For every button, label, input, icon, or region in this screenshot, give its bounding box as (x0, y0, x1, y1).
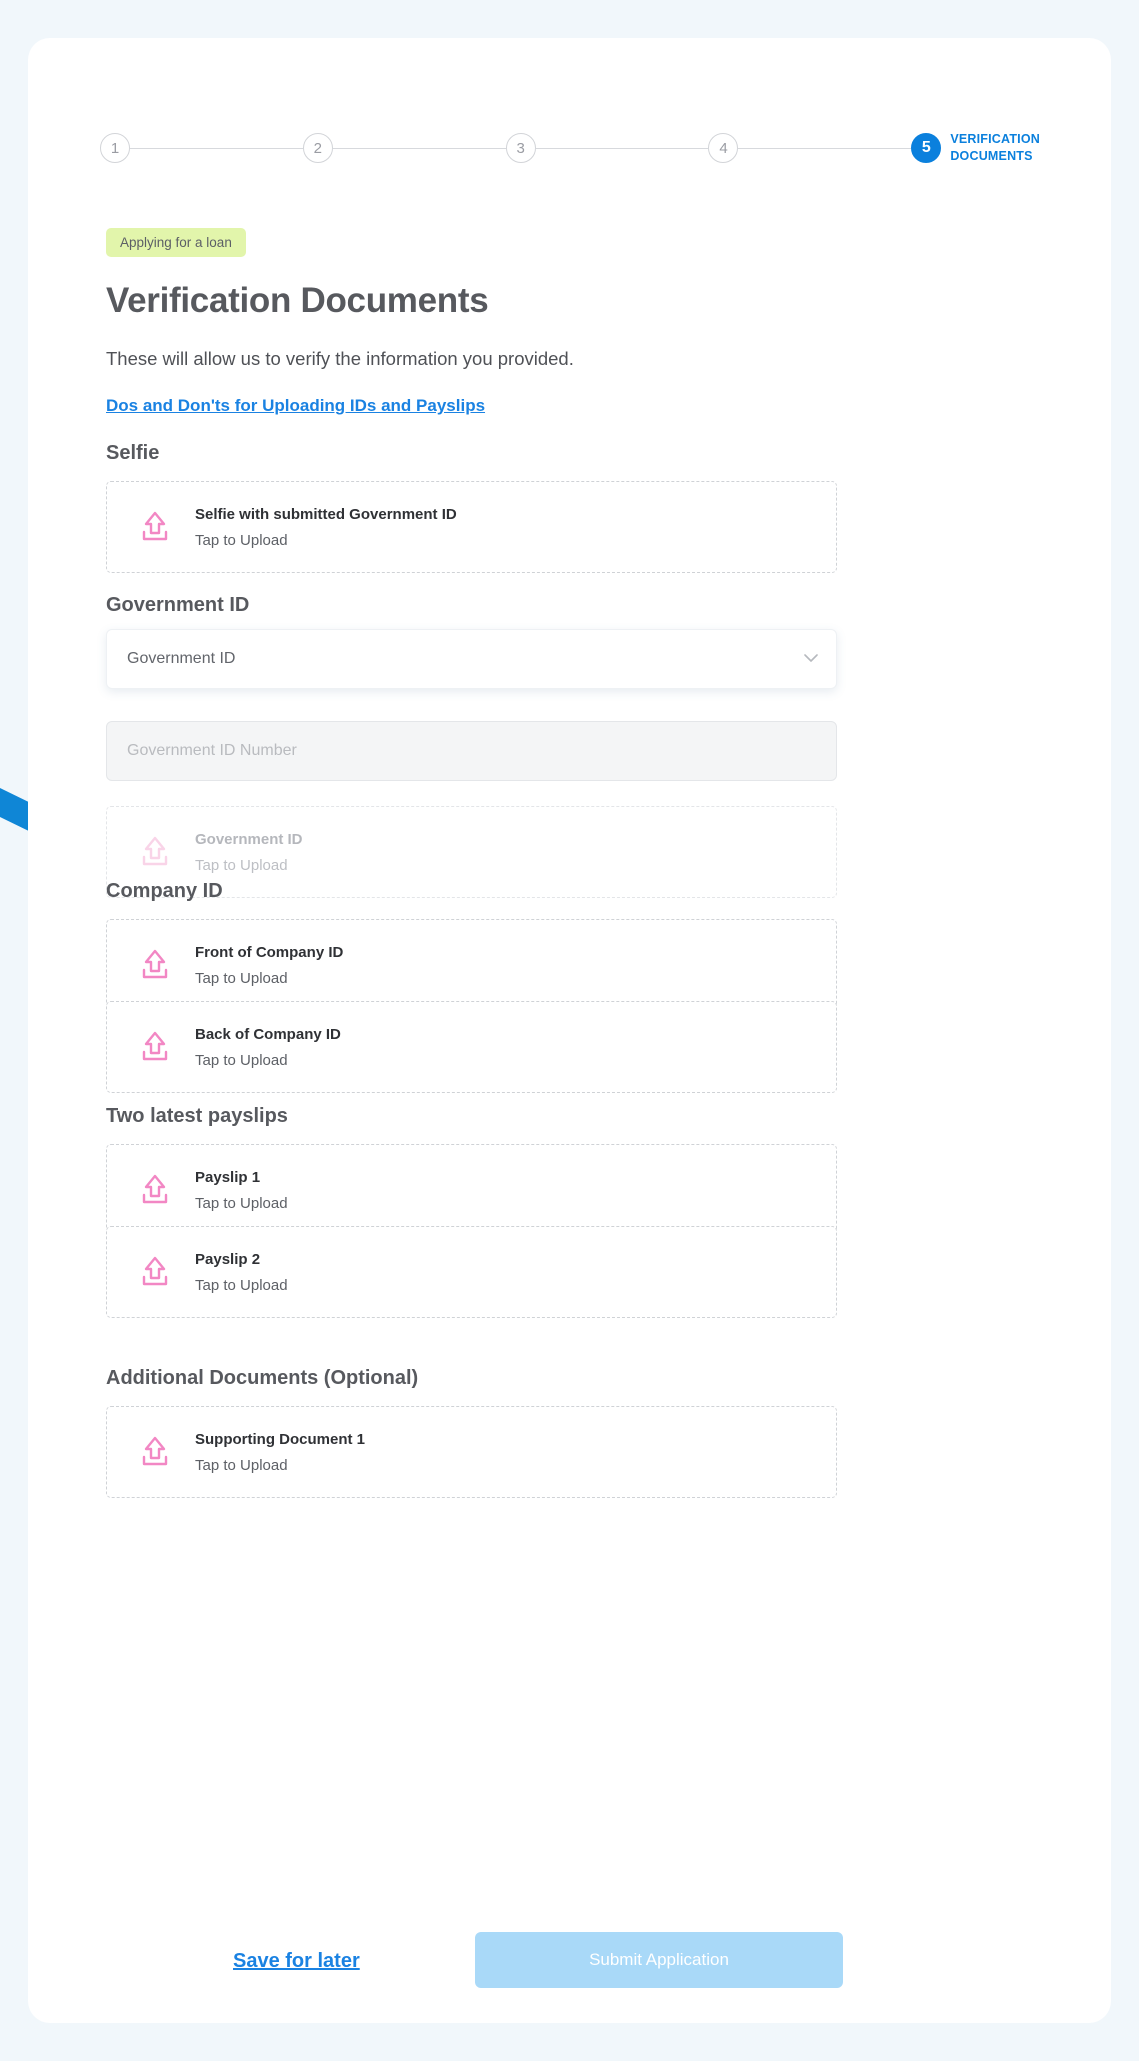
step-indicator-2[interactable]: 2 (302, 133, 333, 163)
upload-action-label: Tap to Upload (195, 1194, 288, 1212)
government-id-type-select[interactable]: Government ID (106, 629, 837, 689)
upload-icon (133, 832, 177, 872)
upload-action-label: Tap to Upload (195, 969, 288, 987)
upload-title: Back of Company ID (195, 1025, 341, 1043)
upload-icon (133, 1170, 177, 1210)
upload-icon (133, 1252, 177, 1292)
upload-title: Front of Company ID (195, 943, 344, 961)
upload-title: Selfie with submitted Government ID (195, 505, 457, 523)
application-card: 1 2 3 4 5 VERIFICATION DOCUMENTS Applyin… (28, 38, 1111, 2023)
page-title: Verification Documents (106, 281, 489, 320)
step-connector-3 (535, 147, 709, 149)
progress-stepper: 1 2 3 4 5 VERIFICATION DOCUMENTS (100, 122, 1040, 174)
upload-action-label: Tap to Upload (195, 856, 288, 874)
upload-action-label: Tap to Upload (195, 1051, 288, 1069)
save-for-later-link[interactable]: Save for later (233, 1950, 360, 1973)
page-subtitle: These will allow us to verify the inform… (106, 348, 574, 369)
upload-title: Payslip 1 (195, 1168, 261, 1186)
upload-box-supporting-document-1[interactable]: Supporting Document 1 Tap to Upload (106, 1406, 837, 1498)
chevron-down-icon (804, 650, 818, 668)
step-connector-4 (738, 147, 912, 149)
upload-title: Supporting Document 1 (195, 1430, 365, 1448)
step-indicator-3[interactable]: 3 (505, 133, 536, 163)
section-heading-company-id: Company ID (106, 880, 223, 902)
step-connector-2 (332, 147, 506, 149)
upload-box-payslip-2[interactable]: Payslip 2 Tap to Upload (106, 1226, 837, 1318)
upload-box-company-id-back[interactable]: Back of Company ID Tap to Upload (106, 1001, 837, 1093)
upload-box-payslip-1[interactable]: Payslip 1 Tap to Upload (106, 1144, 837, 1236)
dos-and-donts-link[interactable]: Dos and Don'ts for Uploading IDs and Pay… (106, 396, 485, 416)
upload-icon (133, 1432, 177, 1472)
section-heading-selfie: Selfie (106, 442, 160, 464)
upload-icon (133, 507, 177, 547)
upload-box-company-id-front[interactable]: Front of Company ID Tap to Upload (106, 919, 837, 1011)
government-id-number-input[interactable]: Government ID Number (106, 721, 837, 781)
upload-box-selfie[interactable]: Selfie with submitted Government ID Tap … (106, 481, 837, 573)
step-indicator-5[interactable]: 5 (911, 133, 942, 163)
upload-title: Government ID (195, 830, 303, 848)
status-badge: Applying for a loan (106, 228, 246, 257)
submit-application-button[interactable]: Submit Application (475, 1932, 843, 1988)
upload-icon (133, 945, 177, 985)
section-heading-additional-documents: Additional Documents (Optional) (106, 1367, 419, 1389)
upload-icon (133, 1027, 177, 1067)
step-indicator-4[interactable]: 4 (708, 133, 739, 163)
step-indicator-1[interactable]: 1 (100, 133, 130, 163)
step-active-label: VERIFICATION DOCUMENTS (950, 132, 1040, 163)
upload-title: Payslip 2 (195, 1250, 261, 1268)
select-value: Government ID (127, 650, 236, 667)
section-heading-payslips: Two latest payslips (106, 1105, 288, 1127)
upload-action-label: Tap to Upload (195, 1456, 288, 1474)
upload-action-label: Tap to Upload (195, 1276, 288, 1294)
section-heading-government-id: Government ID (106, 594, 250, 616)
step-connector-1 (130, 147, 303, 149)
upload-action-label: Tap to Upload (195, 531, 288, 549)
